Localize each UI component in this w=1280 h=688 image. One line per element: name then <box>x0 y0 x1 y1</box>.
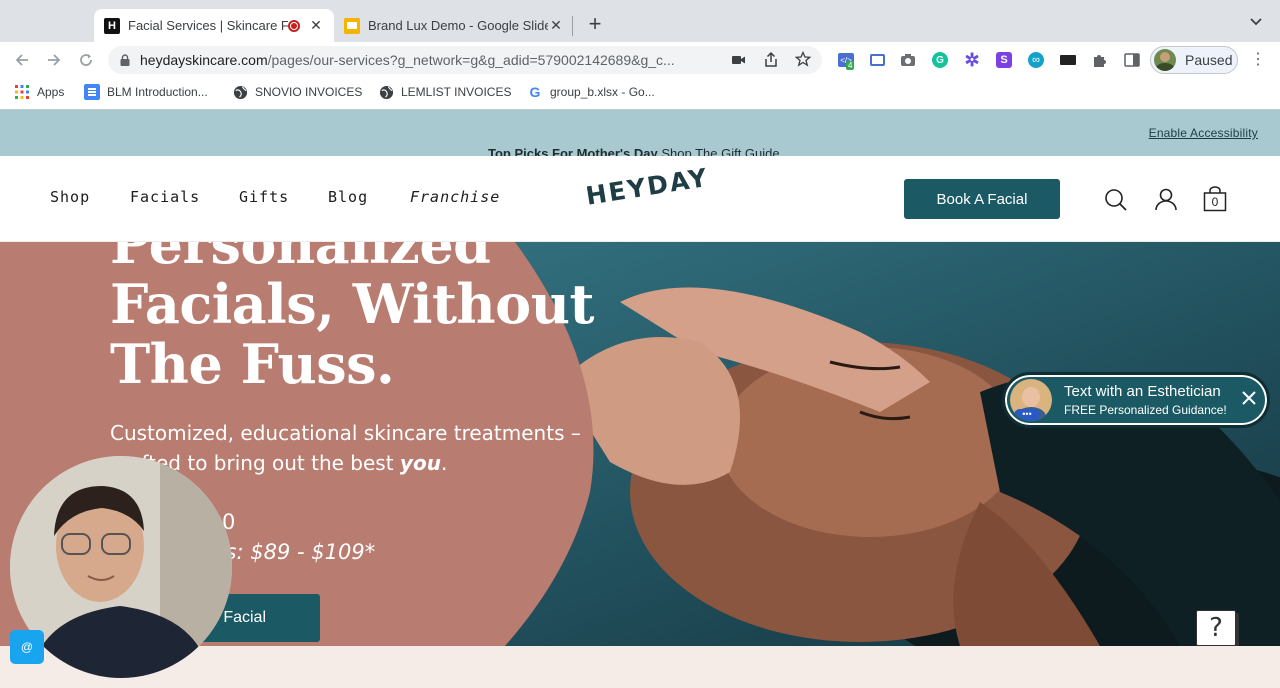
chat-widget-title: Text with an Esthetician <box>1064 383 1221 400</box>
account-icon[interactable] <box>1154 187 1178 216</box>
hero-sub-line1: Customized, educational skincare treatme… <box>110 421 581 445</box>
bookmark-star-icon[interactable] <box>794 50 812 70</box>
tab-brand-lux-demo[interactable]: Brand Lux Demo - Google Slide ✕ <box>334 9 574 42</box>
typing-dots-icon: ••• <box>1014 409 1040 421</box>
extension-infinity-icon[interactable]: ∞ <box>1026 50 1046 70</box>
bookmark-blm-introduction[interactable]: BLM Introduction... <box>84 84 208 100</box>
bookmark-apps[interactable]: Apps <box>14 84 64 100</box>
slides-favicon <box>344 17 360 34</box>
browser-menu-icon[interactable]: ⋮ <box>1248 50 1268 70</box>
extension-text-icon[interactable] <box>1058 50 1078 70</box>
tab-title: Brand Lux Demo - Google Slide <box>368 18 548 33</box>
bookmark-group-b-xlsx[interactable]: G group_b.xlsx - Go... <box>527 84 655 100</box>
hero-heading-line1: Personalized <box>110 242 491 276</box>
address-bar[interactable]: heydayskincare.com/pages/our-services?g_… <box>108 46 822 74</box>
google-icon: G <box>529 84 541 100</box>
extension-code-icon[interactable]: </> 4 <box>836 50 856 70</box>
nav-shop[interactable]: Shop <box>50 188 90 206</box>
bookmark-label: Apps <box>37 85 65 99</box>
promo-bold-text: Top Picks For Mother's Day <box>488 146 658 156</box>
hero-cta-label: Facial <box>223 609 266 626</box>
chat-widget-subtitle: FREE Personalized Guidance! <box>1064 403 1227 417</box>
heyday-favicon: H <box>104 17 120 34</box>
tab-title: Facial Services | Skincare F <box>128 18 288 33</box>
recording-icon <box>288 19 300 32</box>
hero-heading-line2: Facials, Without <box>110 272 594 336</box>
docs-icon <box>84 84 100 100</box>
screenshot-camera-icon[interactable] <box>898 50 918 70</box>
bookmark-label: SNOVIO INVOICES <box>255 85 363 99</box>
enable-accessibility-link[interactable]: Enable Accessibility <box>1149 126 1258 140</box>
bookmark-label: group_b.xlsx - Go... <box>550 85 655 99</box>
extension-card-icon[interactable] <box>867 50 887 70</box>
bookmark-label: LEMLIST INVOICES <box>401 85 512 99</box>
cart-count: 0 <box>1211 195 1219 209</box>
hero-heading-line3: The Fuss. <box>110 332 395 396</box>
promo-bar: Enable Accessibility Top Picks For Mothe… <box>0 110 1280 156</box>
tab-search-chevron-icon[interactable] <box>1246 14 1266 34</box>
tab-separator <box>572 16 573 36</box>
search-icon[interactable] <box>1104 188 1128 217</box>
camera-blocked-icon[interactable] <box>732 53 746 69</box>
grammarly-icon[interactable]: G <box>930 50 950 70</box>
avatar <box>1154 49 1176 71</box>
profile-status-label: Paused <box>1185 52 1233 68</box>
share-icon[interactable] <box>764 51 778 71</box>
new-tab-button[interactable]: + <box>584 11 606 37</box>
back-icon[interactable] <box>12 50 32 70</box>
help-button[interactable]: ? <box>1196 610 1236 646</box>
close-tab-icon[interactable]: ✕ <box>308 17 324 34</box>
heyday-logo[interactable]: HEYDAY <box>584 163 711 211</box>
shop-gift-guide-link[interactable]: Shop The Gift Guide <box>661 146 779 156</box>
nav-facials[interactable]: Facials <box>130 188 200 206</box>
reload-icon[interactable] <box>76 50 96 70</box>
close-tab-icon[interactable]: ✕ <box>548 17 564 34</box>
side-panel-icon[interactable] <box>1122 50 1142 70</box>
hero-subheading: Customized, educational skincare treatme… <box>110 418 670 478</box>
bookmark-lemlist-invoices[interactable]: LEMLIST INVOICES <box>378 84 511 100</box>
book-a-facial-button[interactable]: Book A Facial <box>904 179 1060 219</box>
profile-button[interactable]: Paused <box>1150 46 1238 74</box>
forward-icon[interactable] <box>44 50 64 70</box>
chat-widget-text: Text with an Esthetician FREE Personaliz… <box>1064 383 1227 417</box>
browser-toolbar: heydayskincare.com/pages/our-services?g_… <box>0 42 1280 78</box>
esthetician-avatar: ••• <box>1010 379 1052 421</box>
apps-grid-icon <box>14 84 30 100</box>
globe-icon <box>232 84 248 100</box>
bookmark-label: BLM Introduction... <box>107 85 208 99</box>
extension-asterisk-icon[interactable]: ✲ <box>962 50 982 70</box>
bookmarks-bar: Apps BLM Introduction... SNOVIO INVOICES… <box>0 78 1280 106</box>
globe-icon <box>378 84 394 100</box>
hero-heading: Personalized Facials, Without The Fuss. <box>110 242 594 394</box>
recorder-badge-icon[interactable]: @ <box>10 630 44 664</box>
tab-facial-services[interactable]: H Facial Services | Skincare F ✕ <box>94 9 334 42</box>
extensions-puzzle-icon[interactable] <box>1090 50 1110 70</box>
bookmark-snovio-invoices[interactable]: SNOVIO INVOICES <box>232 84 362 100</box>
nav-franchise[interactable]: Franchise <box>410 188 500 206</box>
nav-gifts[interactable]: Gifts <box>239 188 289 206</box>
promo-message: Top Picks For Mother's Day Shop The Gift… <box>488 146 780 156</box>
browser-tab-strip: H Facial Services | Skincare F ✕ Brand L… <box>0 0 1280 42</box>
extension-badge: 4 <box>846 61 855 70</box>
url-text: heydayskincare.com/pages/our-services?g_… <box>140 52 675 68</box>
site-header: Shop Facials Gifts Blog Franchise HEYDAY… <box>0 156 1280 242</box>
esthetician-chat-widget[interactable]: ••• Text with an Esthetician FREE Person… <box>1002 372 1270 428</box>
extension-s-icon[interactable]: S <box>994 50 1014 70</box>
lock-icon[interactable] <box>120 54 130 66</box>
nav-blog[interactable]: Blog <box>328 188 368 206</box>
close-icon[interactable] <box>1241 390 1257 411</box>
cart-icon[interactable]: 0 <box>1203 186 1227 212</box>
hero-sub-line2: crafted to bring out the best you. <box>110 451 448 475</box>
